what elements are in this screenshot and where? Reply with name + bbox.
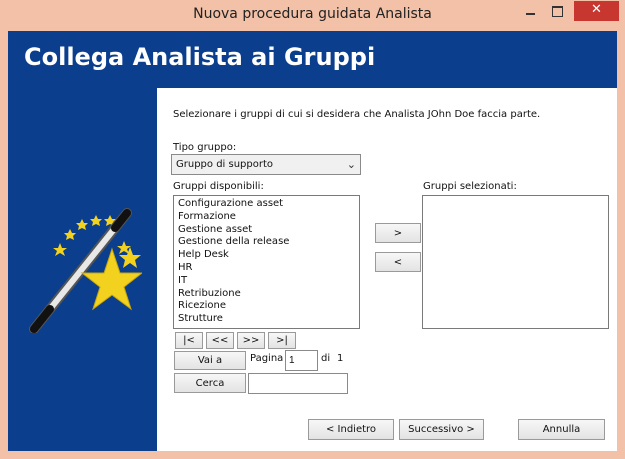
title-bar: Nuova procedura guidata Analista ✕ (0, 0, 625, 31)
magic-wand-icon (29, 208, 142, 333)
of-label: di (321, 353, 331, 364)
maximize-icon[interactable] (544, 1, 570, 21)
list-item[interactable]: HR (174, 262, 359, 275)
page-number-field[interactable] (285, 350, 318, 371)
search-input[interactable] (248, 373, 348, 394)
content-panel: Selezionare i gruppi di cui si desidera … (157, 88, 617, 451)
prev-page-button[interactable]: << (206, 332, 234, 349)
search-button[interactable]: Cerca (174, 373, 246, 393)
cancel-button[interactable]: Annulla (518, 419, 605, 440)
selected-groups-list[interactable] (422, 195, 609, 329)
group-type-label: Tipo gruppo: (173, 142, 237, 153)
add-group-button[interactable]: > (375, 223, 421, 243)
list-item[interactable]: Ricezione (174, 300, 359, 313)
next-button[interactable]: Successivo > (399, 419, 484, 440)
next-page-button[interactable]: >> (237, 332, 265, 349)
list-item[interactable]: Gestione asset (174, 224, 359, 237)
back-button[interactable]: < Indietro (308, 419, 394, 440)
close-icon[interactable]: ✕ (574, 1, 619, 21)
list-item[interactable]: Gestione della release (174, 236, 359, 249)
page-title: Collega Analista ai Gruppi (24, 43, 376, 71)
available-groups-list[interactable]: Configurazione asset Formazione Gestione… (173, 195, 360, 329)
list-item[interactable]: IT (174, 275, 359, 288)
instruction-text: Selezionare i gruppi di cui si desidera … (173, 109, 541, 120)
minimize-icon[interactable] (518, 1, 544, 21)
group-type-value: Gruppo di supporto (176, 159, 274, 170)
goto-page-button[interactable]: Vai a (174, 351, 246, 370)
list-item[interactable]: Strutture (174, 313, 359, 326)
remove-group-button[interactable]: < (375, 252, 421, 272)
selected-groups-label: Gruppi selezionati: (423, 181, 517, 192)
wizard-body: Collega Analista ai Gruppi Selezionare i… (8, 31, 617, 451)
first-page-button[interactable]: |< (175, 332, 203, 349)
last-page-button[interactable]: >| (268, 332, 296, 349)
total-pages: 1 (337, 353, 344, 364)
page-label: Pagina (250, 353, 284, 364)
dropdown-caret-icon: ⌄ (346, 158, 356, 171)
list-item[interactable]: Formazione (174, 211, 359, 224)
available-groups-label: Gruppi disponibili: (173, 181, 264, 192)
group-type-select[interactable]: Gruppo di supporto ⌄ (171, 154, 361, 175)
list-item[interactable]: Configurazione asset (174, 198, 359, 211)
list-item[interactable]: Retribuzione (174, 288, 359, 301)
wizard-window: Nuova procedura guidata Analista ✕ Colle… (0, 0, 625, 459)
list-item[interactable]: Help Desk (174, 249, 359, 262)
